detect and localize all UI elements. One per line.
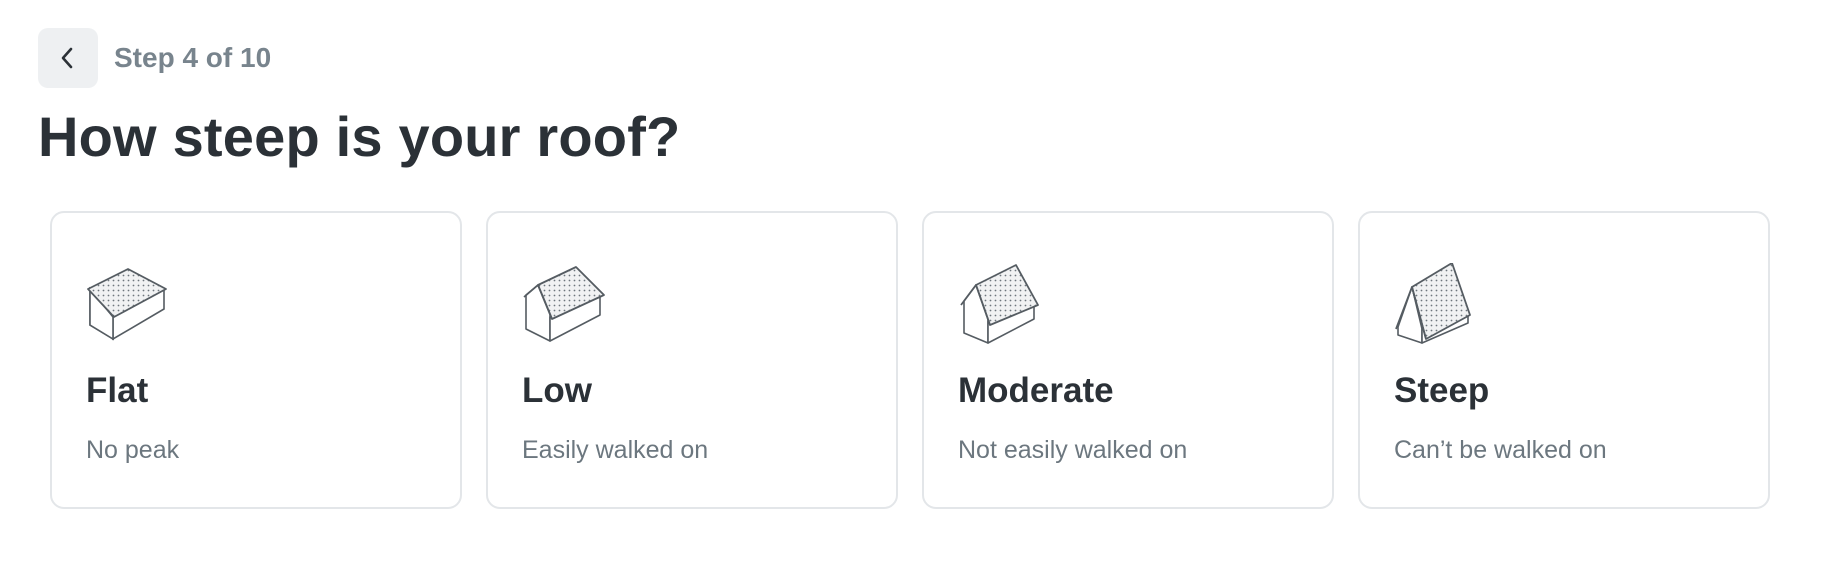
option-card-moderate[interactable]: Moderate Not easily walked on bbox=[922, 211, 1334, 509]
page-title: How steep is your roof? bbox=[38, 105, 681, 168]
roof-pitch-options: Flat No peak Low Easily walked on Modera… bbox=[50, 211, 1770, 509]
option-card-flat[interactable]: Flat No peak bbox=[50, 211, 462, 509]
low-roof-icon bbox=[522, 263, 606, 345]
step-header: Step 4 of 10 bbox=[38, 28, 271, 88]
option-title: Steep bbox=[1394, 371, 1490, 410]
option-card-steep[interactable]: Steep Can’t be walked on bbox=[1358, 211, 1770, 509]
back-button[interactable] bbox=[38, 28, 98, 88]
flat-roof-icon bbox=[86, 263, 170, 345]
option-subtitle: Easily walked on bbox=[522, 436, 709, 464]
step-indicator: Step 4 of 10 bbox=[114, 42, 272, 73]
option-title: Flat bbox=[86, 371, 149, 410]
option-card-low[interactable]: Low Easily walked on bbox=[486, 211, 898, 509]
option-subtitle: No peak bbox=[86, 436, 180, 464]
moderate-roof-icon bbox=[958, 263, 1042, 345]
chevron-left-icon bbox=[61, 47, 73, 69]
option-title: Low bbox=[522, 371, 592, 410]
option-subtitle: Not easily walked on bbox=[958, 436, 1188, 464]
steep-roof-icon bbox=[1394, 263, 1478, 345]
option-subtitle: Can’t be walked on bbox=[1394, 436, 1607, 464]
option-title: Moderate bbox=[958, 371, 1114, 410]
